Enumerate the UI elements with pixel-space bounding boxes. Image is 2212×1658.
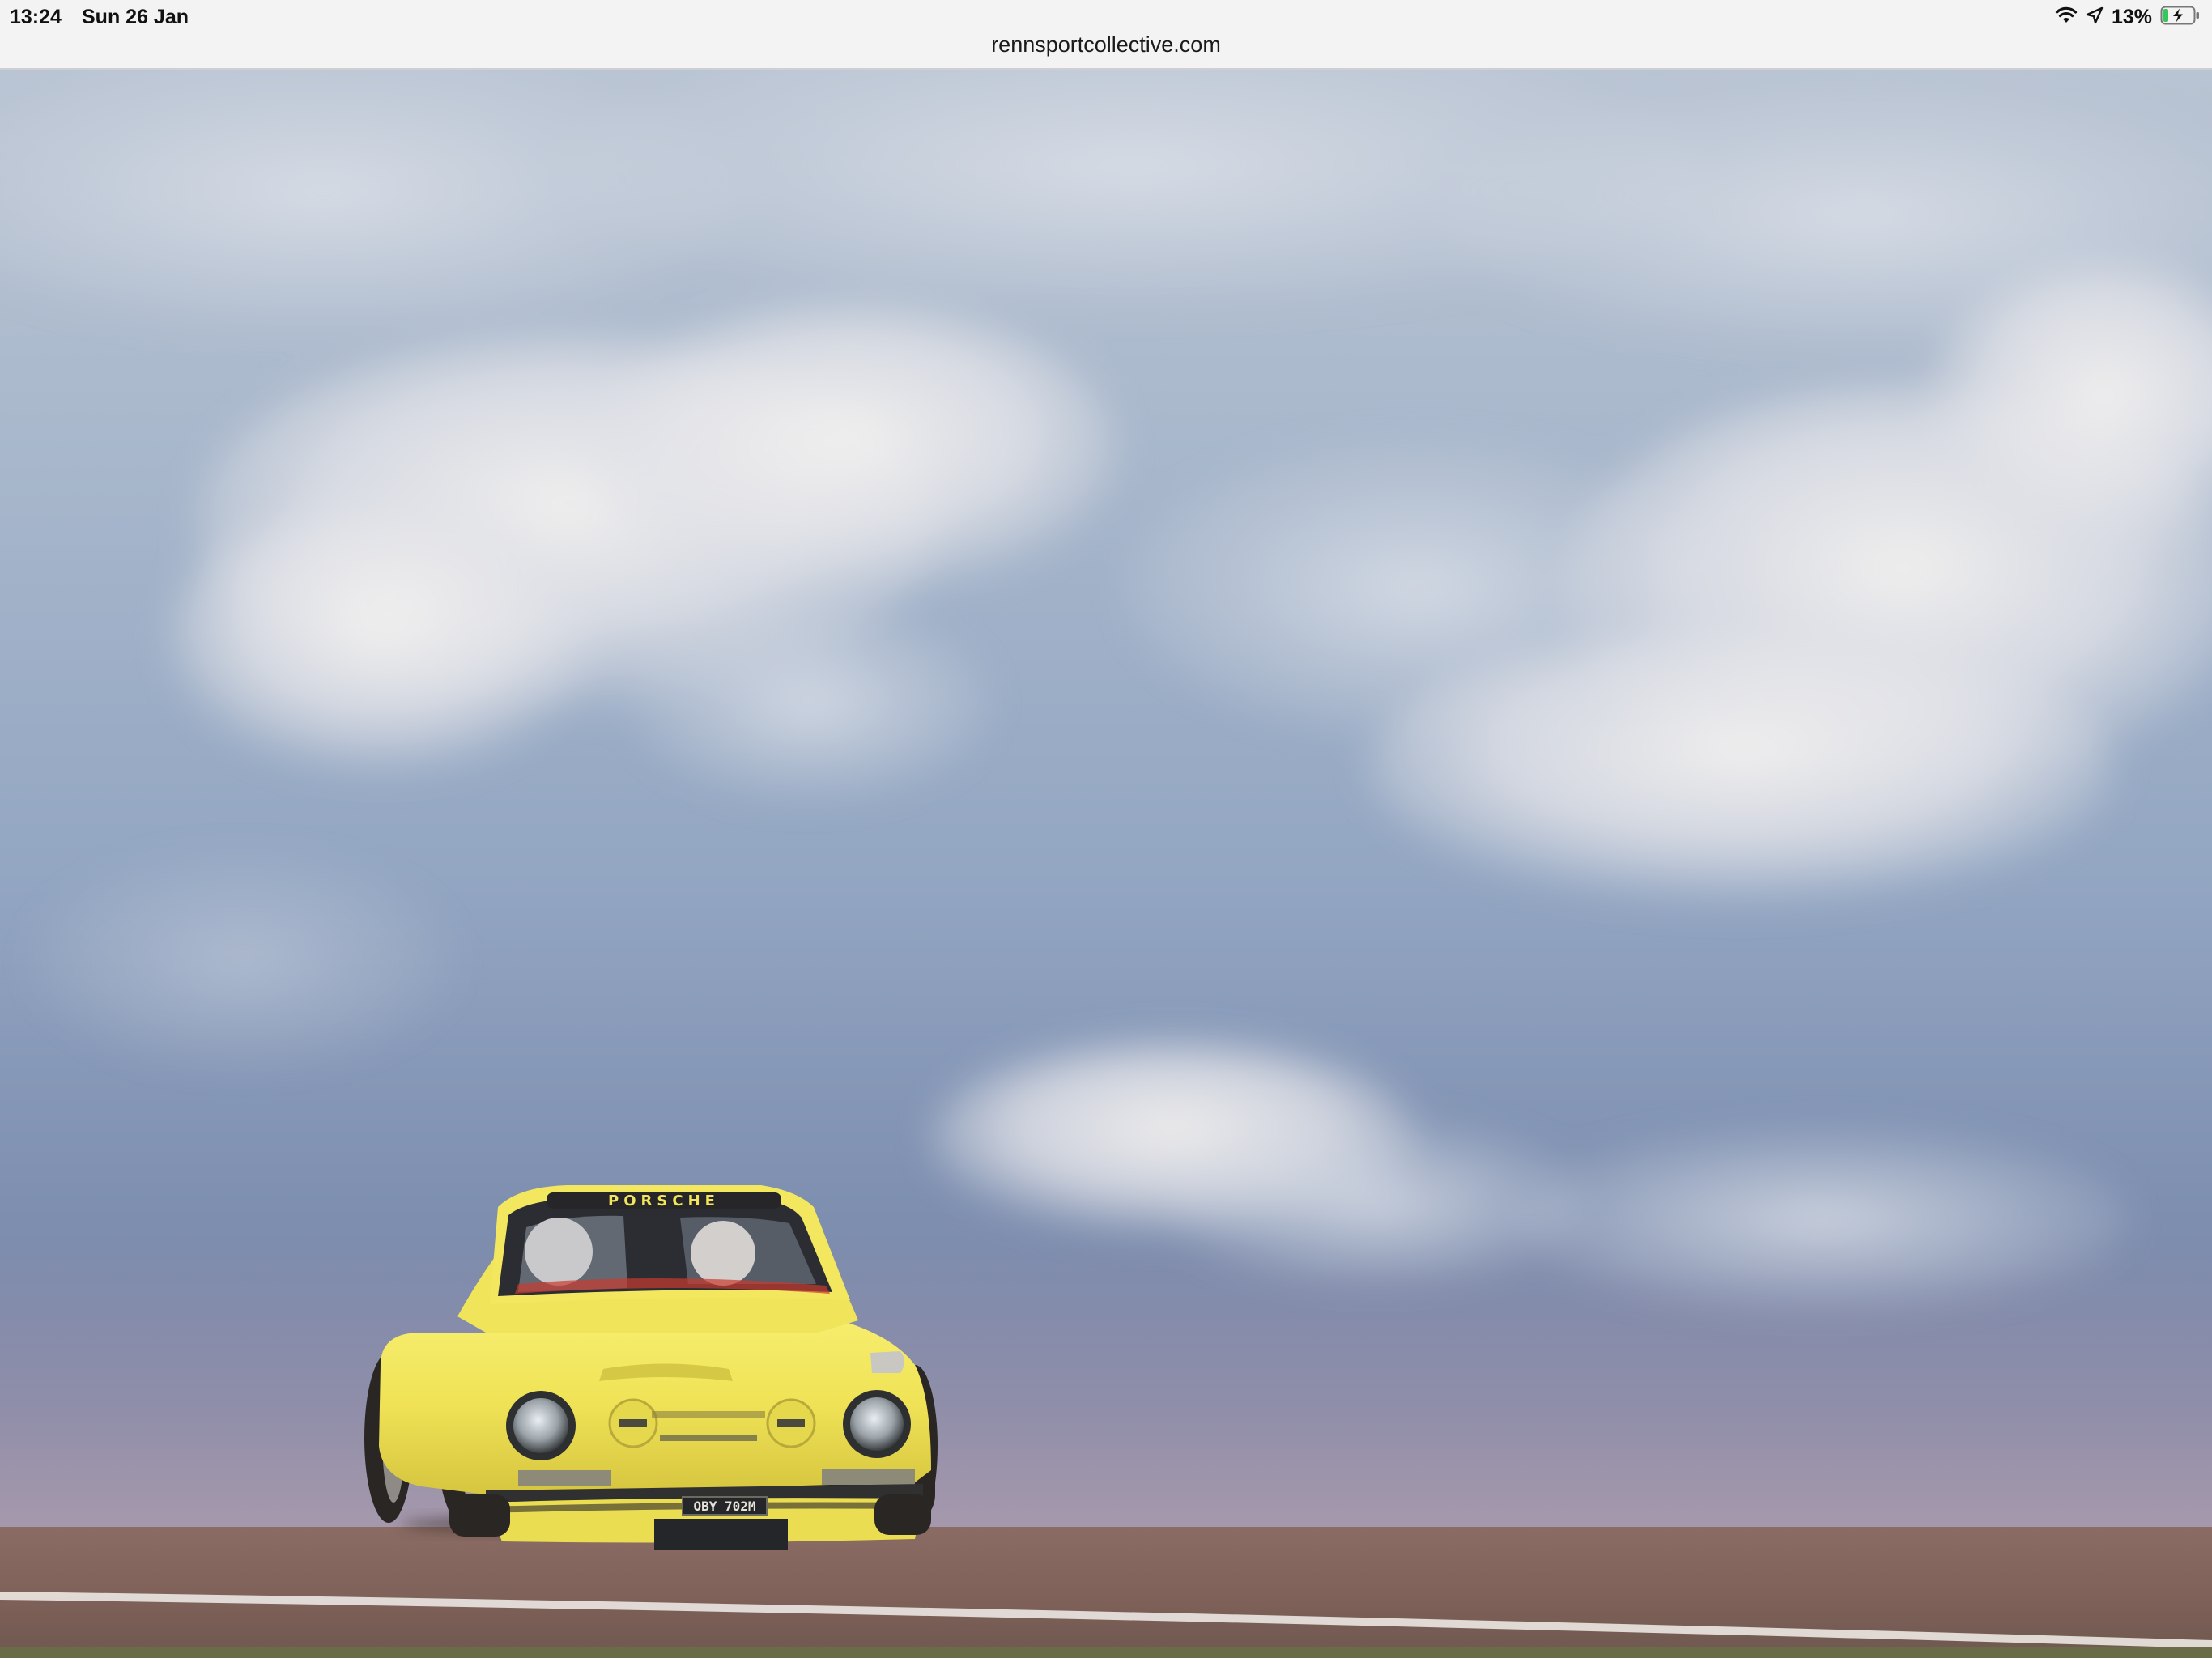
car-windshield-text: PORSCHE [608, 1192, 720, 1209]
status-time: 13:24 [10, 6, 62, 28]
battery-percent: 13% [2111, 5, 2152, 28]
ipad-screen: 13:24 Sun 26 Jan 13% rennsportcollective… [0, 0, 2212, 1658]
wifi-icon [2055, 6, 2078, 28]
location-arrow-icon [2086, 6, 2104, 28]
status-indicators: 13% [2055, 3, 2201, 31]
browser-top-bar: 13:24 Sun 26 Jan 13% rennsportcollective… [0, 0, 2212, 70]
race-track [0, 1527, 2212, 1658]
status-date: Sun 26 Jan [82, 6, 189, 28]
license-plate-text: OBY 702M [693, 1499, 755, 1514]
battery-charging-icon [2160, 6, 2201, 29]
url-bar[interactable]: rennsportcollective.com [0, 30, 2212, 59]
hero-photo: PORSCHE OBY 702M [0, 70, 2212, 1658]
